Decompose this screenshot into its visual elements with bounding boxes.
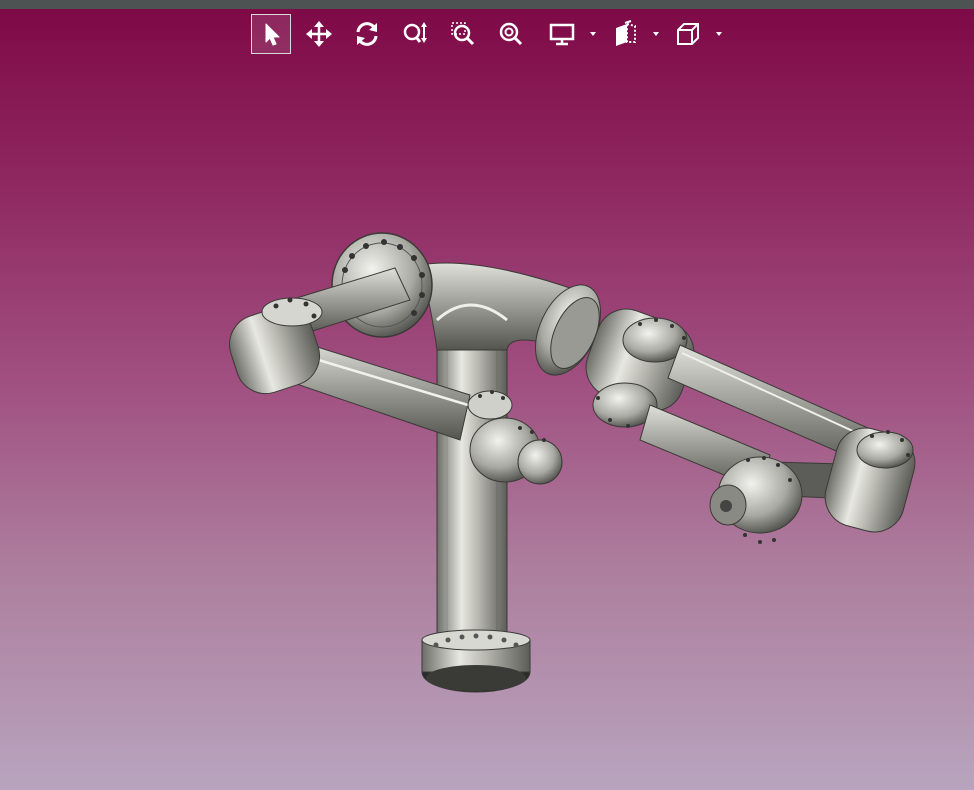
zoom-window-icon xyxy=(451,22,475,46)
rotate-arrows-icon xyxy=(356,22,378,46)
view-toolbar xyxy=(250,14,730,54)
display-mode-button[interactable] xyxy=(542,14,582,54)
zoom-fit-icon xyxy=(499,22,523,46)
section-view-dropdown-caret-icon[interactable] xyxy=(652,31,660,37)
view-orientation-button[interactable] xyxy=(668,14,708,54)
zoom-tool-button[interactable] xyxy=(395,14,435,54)
center-wrist xyxy=(467,390,563,485)
zoom-updown-icon xyxy=(403,22,427,43)
cube-view-icon xyxy=(677,23,699,45)
section-view-button[interactable] xyxy=(605,14,645,54)
base-flange xyxy=(421,629,531,693)
pan-tool-button[interactable] xyxy=(299,14,339,54)
zoom-fit-tool-button[interactable] xyxy=(491,14,531,54)
rotate-tool-button[interactable] xyxy=(347,14,387,54)
select-tool-button[interactable] xyxy=(251,14,291,54)
view-orientation-dropdown-caret-icon[interactable] xyxy=(715,31,723,37)
section-plane-icon xyxy=(616,20,636,46)
3d-viewport[interactable] xyxy=(0,0,974,790)
cursor-arrow-icon xyxy=(265,23,280,46)
monitor-icon xyxy=(549,23,575,46)
zoom-window-tool-button[interactable] xyxy=(443,14,483,54)
display-mode-dropdown-caret-icon[interactable] xyxy=(589,31,597,37)
four-way-arrows-icon xyxy=(306,21,332,47)
robot-arm-model[interactable] xyxy=(0,0,974,790)
